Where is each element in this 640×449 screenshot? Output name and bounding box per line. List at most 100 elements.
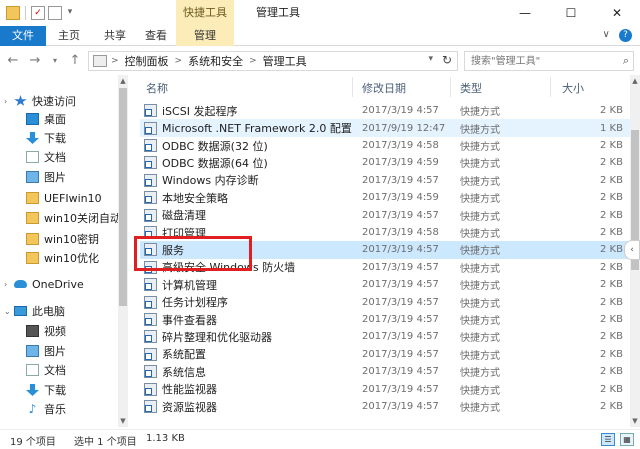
column-type[interactable]: 类型 <box>460 80 482 96</box>
sidebar-item-pc-downloads[interactable]: 下载 <box>26 380 127 400</box>
file-name: ODBC 数据源(64 位) <box>162 156 268 170</box>
table-row[interactable]: 磁盘清理 2017/3/19 4:57 快捷方式 2 KB <box>140 206 630 224</box>
chevron-down-icon[interactable]: ▾ <box>428 54 433 64</box>
sort-ascending-icon: ^ <box>244 75 251 80</box>
scroll-down-arrow-icon[interactable]: ▼ <box>630 416 640 426</box>
shortcut-icon <box>144 382 157 396</box>
maximize-button[interactable]: ☐ <box>548 0 594 26</box>
sidebar-item-downloads[interactable]: 下载 ✦ <box>26 128 127 148</box>
table-row[interactable]: 资源监视器 2017/3/19 4:57 快捷方式 2 KB <box>140 398 630 416</box>
sidebar-item-label: win10密钥 <box>44 233 100 246</box>
table-row[interactable]: ODBC 数据源(32 位) 2017/3/19 4:58 快捷方式 2 KB <box>140 137 630 155</box>
search-input[interactable] <box>465 52 613 70</box>
search-icon[interactable]: ⌕ <box>623 54 629 68</box>
file-name: 磁盘清理 <box>162 209 206 223</box>
file-size: 2 KB <box>600 244 623 256</box>
table-row[interactable]: 系统配置 2017/3/19 4:57 快捷方式 2 KB <box>140 346 630 364</box>
breadcrumb-separator-icon[interactable]: > <box>175 56 183 66</box>
table-row[interactable]: iSCSI 发起程序 2017/3/19 4:57 快捷方式 2 KB <box>140 102 630 120</box>
column-name[interactable]: 名称 <box>146 80 168 96</box>
picture-icon <box>26 171 39 183</box>
document-icon <box>26 364 39 376</box>
sidebar-item-documents[interactable]: 文档 ✦ <box>26 147 127 167</box>
tab-manage[interactable]: 管理 <box>176 26 234 46</box>
column-date[interactable]: 修改日期 <box>362 80 406 96</box>
tab-share[interactable]: 共享 <box>96 26 134 46</box>
file-size: 2 KB <box>600 314 623 326</box>
collapse-arrow-icon[interactable]: ⌄ <box>4 307 14 316</box>
refresh-icon[interactable]: ↻ <box>442 53 452 67</box>
breadcrumb-system-security[interactable]: 系统和安全 <box>188 53 243 69</box>
table-row[interactable]: 任务计划程序 2017/3/19 4:57 快捷方式 2 KB <box>140 293 630 311</box>
help-icon[interactable]: ? <box>619 29 632 42</box>
download-icon <box>26 384 39 396</box>
sidebar-item-win10-key[interactable]: win10密钥 <box>26 229 127 249</box>
details-view-icon[interactable]: ☰ <box>601 433 615 446</box>
breadcrumb-separator-icon[interactable]: > <box>111 56 119 66</box>
sidebar-item-win10-optimize[interactable]: win10优化 <box>26 248 127 268</box>
close-button[interactable]: ✕ <box>594 0 640 26</box>
tab-view[interactable]: 查看 <box>136 26 176 46</box>
sidebar-item-pictures[interactable]: 图片 ✦ <box>26 167 127 187</box>
new-folder-icon[interactable] <box>48 6 62 20</box>
expand-arrow-icon[interactable]: › <box>4 280 14 289</box>
sidebar-item-onedrive[interactable]: › OneDrive <box>4 274 122 294</box>
tab-home[interactable]: 主页 <box>50 26 88 46</box>
sidebar-item-this-pc[interactable]: ⌄ 此电脑 <box>4 301 122 321</box>
expand-ribbon-icon[interactable]: ∨ <box>602 29 609 40</box>
scroll-up-arrow-icon[interactable]: ▲ <box>630 76 640 86</box>
shortcut-icon <box>144 330 157 344</box>
column-divider[interactable] <box>550 77 551 97</box>
search-box[interactable]: ⌕ <box>464 51 634 71</box>
tab-file[interactable]: 文件 <box>0 26 46 46</box>
table-row[interactable]: Microsoft .NET Framework 2.0 配置 2017/9/19… <box>140 119 630 137</box>
table-row[interactable]: ODBC 数据源(64 位) 2017/3/19 4:59 快捷方式 2 KB <box>140 154 630 172</box>
address-bar[interactable]: > 控制面板 > 系统和安全 > 管理工具 ▾ ↻ <box>88 51 458 71</box>
table-row[interactable]: 计算机管理 2017/3/19 4:57 快捷方式 2 KB <box>140 276 630 294</box>
minimize-button[interactable]: — <box>502 0 548 26</box>
file-type: 快捷方式 <box>460 142 500 154</box>
chevron-down-icon[interactable]: ▾ <box>65 6 75 20</box>
sidebar-item-quick-access[interactable]: › 快速访问 <box>4 91 122 111</box>
large-icons-view-icon[interactable]: ▦ <box>620 433 634 446</box>
file-name: 性能监视器 <box>162 383 217 397</box>
sidebar-item-uefiwin10[interactable]: UEFIwin10 <box>26 188 127 208</box>
properties-icon[interactable]: ✓ <box>31 6 45 20</box>
recent-locations-icon[interactable]: ▾ <box>48 52 62 70</box>
ribbon-controls: ∨ ? <box>602 29 632 42</box>
back-arrow-icon[interactable]: ← <box>6 52 20 70</box>
breadcrumb-admin-tools[interactable]: 管理工具 <box>263 53 307 69</box>
sidebar-item-videos[interactable]: 视频 <box>26 321 127 341</box>
sidebar-item-pc-documents[interactable]: 文档 <box>26 360 127 380</box>
file-size: 2 KB <box>600 209 623 221</box>
file-name: 任务计划程序 <box>162 296 228 310</box>
file-type: 快捷方式 <box>460 176 500 188</box>
column-divider[interactable] <box>352 77 353 97</box>
file-date: 2017/3/19 4:57 <box>362 383 439 395</box>
forward-arrow-icon[interactable]: → <box>28 52 42 70</box>
up-arrow-icon[interactable]: ↑ <box>68 52 82 70</box>
table-row[interactable]: 碎片整理和优化驱动器 2017/3/19 4:57 快捷方式 2 KB <box>140 328 630 346</box>
breadcrumb-separator-icon[interactable]: > <box>249 56 257 66</box>
file-size: 2 KB <box>600 279 623 291</box>
sidebar-item-desktop[interactable]: 桌面 ✦ <box>26 109 127 129</box>
sidebar-item-win10-auto-update[interactable]: win10关闭自动更 <box>26 208 118 228</box>
table-row[interactable]: 本地安全策略 2017/3/19 4:59 快捷方式 2 KB <box>140 189 630 207</box>
column-size[interactable]: 大小 <box>562 80 584 96</box>
chevron-left-icon[interactable]: ‹ <box>624 240 640 260</box>
breadcrumb-control-panel[interactable]: 控制面板 <box>125 53 169 69</box>
sidebar-scrollbar-thumb[interactable] <box>119 88 127 306</box>
expand-arrow-icon[interactable]: › <box>4 97 14 106</box>
sidebar-item-music[interactable]: ♪ 音乐 <box>26 399 127 419</box>
scroll-down-arrow-icon[interactable]: ▼ <box>118 416 128 426</box>
selection-count: 选中 1 个项目 <box>74 437 137 448</box>
table-row[interactable]: 事件查看器 2017/3/19 4:57 快捷方式 2 KB <box>140 311 630 329</box>
sidebar-item-pc-pictures[interactable]: 图片 <box>26 341 127 361</box>
table-row[interactable]: 系统信息 2017/3/19 4:57 快捷方式 2 KB <box>140 363 630 381</box>
shortcut-icon <box>144 104 157 118</box>
table-row[interactable]: 性能监视器 2017/3/19 4:57 快捷方式 2 KB <box>140 380 630 398</box>
scroll-up-arrow-icon[interactable]: ▲ <box>118 76 128 86</box>
column-divider[interactable] <box>450 77 451 97</box>
table-row[interactable]: Windows 内存诊断 2017/3/19 4:57 快捷方式 2 KB <box>140 172 630 190</box>
ribbon-tabs: 文件 主页 共享 查看 管理 ∨ ? <box>0 26 640 46</box>
